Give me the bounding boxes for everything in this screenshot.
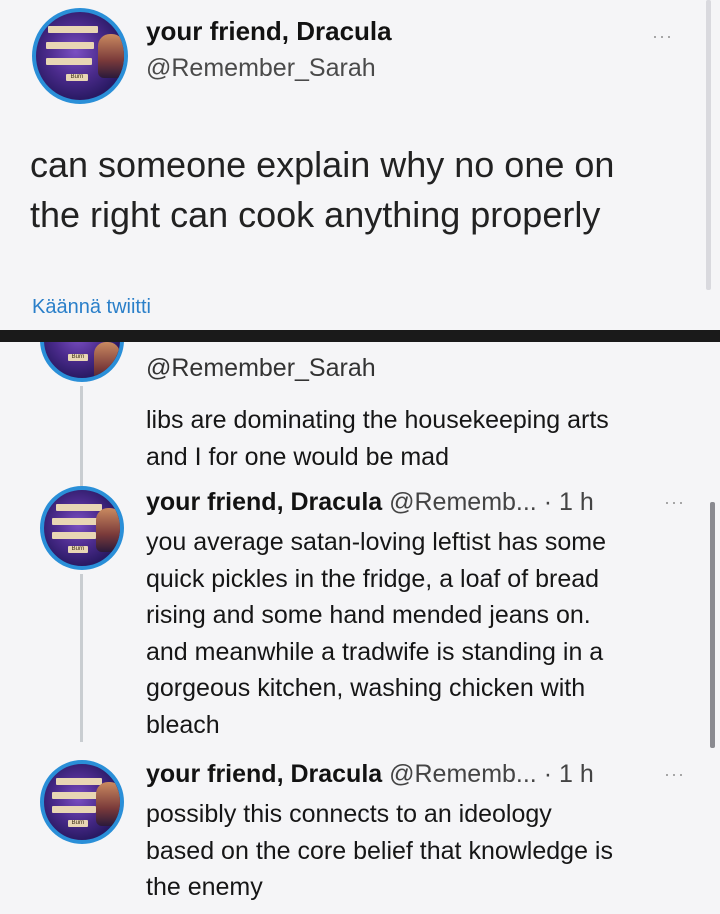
scrollbar[interactable] — [710, 502, 715, 748]
reply-handle[interactable]: @Remember_Sarah — [146, 354, 376, 383]
thread-connector — [80, 386, 83, 486]
reply-text-line: gorgeous kitchen, washing chicken with — [146, 674, 586, 702]
more-options-icon[interactable]: ··· — [652, 26, 673, 47]
reply-header: your friend, Dracula @Rememb... · 1 h — [146, 760, 594, 789]
reply-text-line: bleach — [146, 710, 220, 739]
display-name[interactable]: your friend, Dracula — [146, 488, 382, 516]
display-name[interactable]: your friend, Dracula — [146, 760, 382, 788]
tweet-text: can someone explain why no one on the ri… — [30, 140, 710, 240]
handle-time[interactable]: @Rememb... · 1 h — [389, 760, 594, 788]
avatar[interactable]: Burn — [32, 8, 128, 104]
reply-text-line: and meanwhile a tradwife is standing in … — [146, 637, 604, 666]
reply-text-line: the enemy — [146, 873, 263, 901]
user-handle[interactable]: @Remember_Sarah — [146, 54, 376, 83]
avatar[interactable]: Burn — [40, 760, 124, 844]
top-tweet: Burn your friend, Dracula @Remember_Sara… — [0, 0, 720, 330]
reply-text-line: and I for one would be mad — [146, 442, 449, 471]
handle-time[interactable]: @Rememb... · 1 h — [389, 488, 594, 516]
reply-text: possibly this connects to an ideology ba… — [146, 796, 706, 906]
reply-text-line: libs are dominating the housekeeping art… — [146, 406, 609, 434]
screenshot-divider — [0, 330, 720, 342]
tweet-text-line: the right can cook anything properly — [30, 194, 601, 235]
more-options-icon[interactable]: ··· — [664, 492, 685, 513]
more-options-icon[interactable]: ··· — [664, 764, 685, 785]
tweet-text-line: can someone explain why no one on — [30, 144, 615, 185]
translate-tweet-link[interactable]: Käännä twiitti — [32, 296, 151, 319]
scrollbar[interactable] — [706, 0, 711, 290]
reply-thread: Burn @Remember_Sarah libs are dominating… — [0, 342, 720, 914]
avatar[interactable]: Burn — [40, 342, 124, 382]
reply-text-line: you average satan-loving leftist has som… — [146, 528, 606, 556]
thread-connector — [80, 574, 83, 742]
reply-text-line: possibly this connects to an ideology — [146, 800, 552, 828]
reply-header: your friend, Dracula @Rememb... · 1 h — [146, 488, 594, 517]
reply-text-line: rising and some hand mended jeans on. — [146, 601, 591, 629]
reply-text-line: quick pickles in the fridge, a loaf of b… — [146, 564, 600, 593]
reply-text-line: based on the core belief that knowledge … — [146, 836, 613, 865]
avatar-burn-label: Burn — [66, 74, 88, 81]
display-name[interactable]: your friend, Dracula — [146, 16, 392, 47]
reply-text: libs are dominating the housekeeping art… — [146, 402, 706, 475]
reply-text: you average satan-loving leftist has som… — [146, 524, 706, 743]
avatar[interactable]: Burn — [40, 486, 124, 570]
